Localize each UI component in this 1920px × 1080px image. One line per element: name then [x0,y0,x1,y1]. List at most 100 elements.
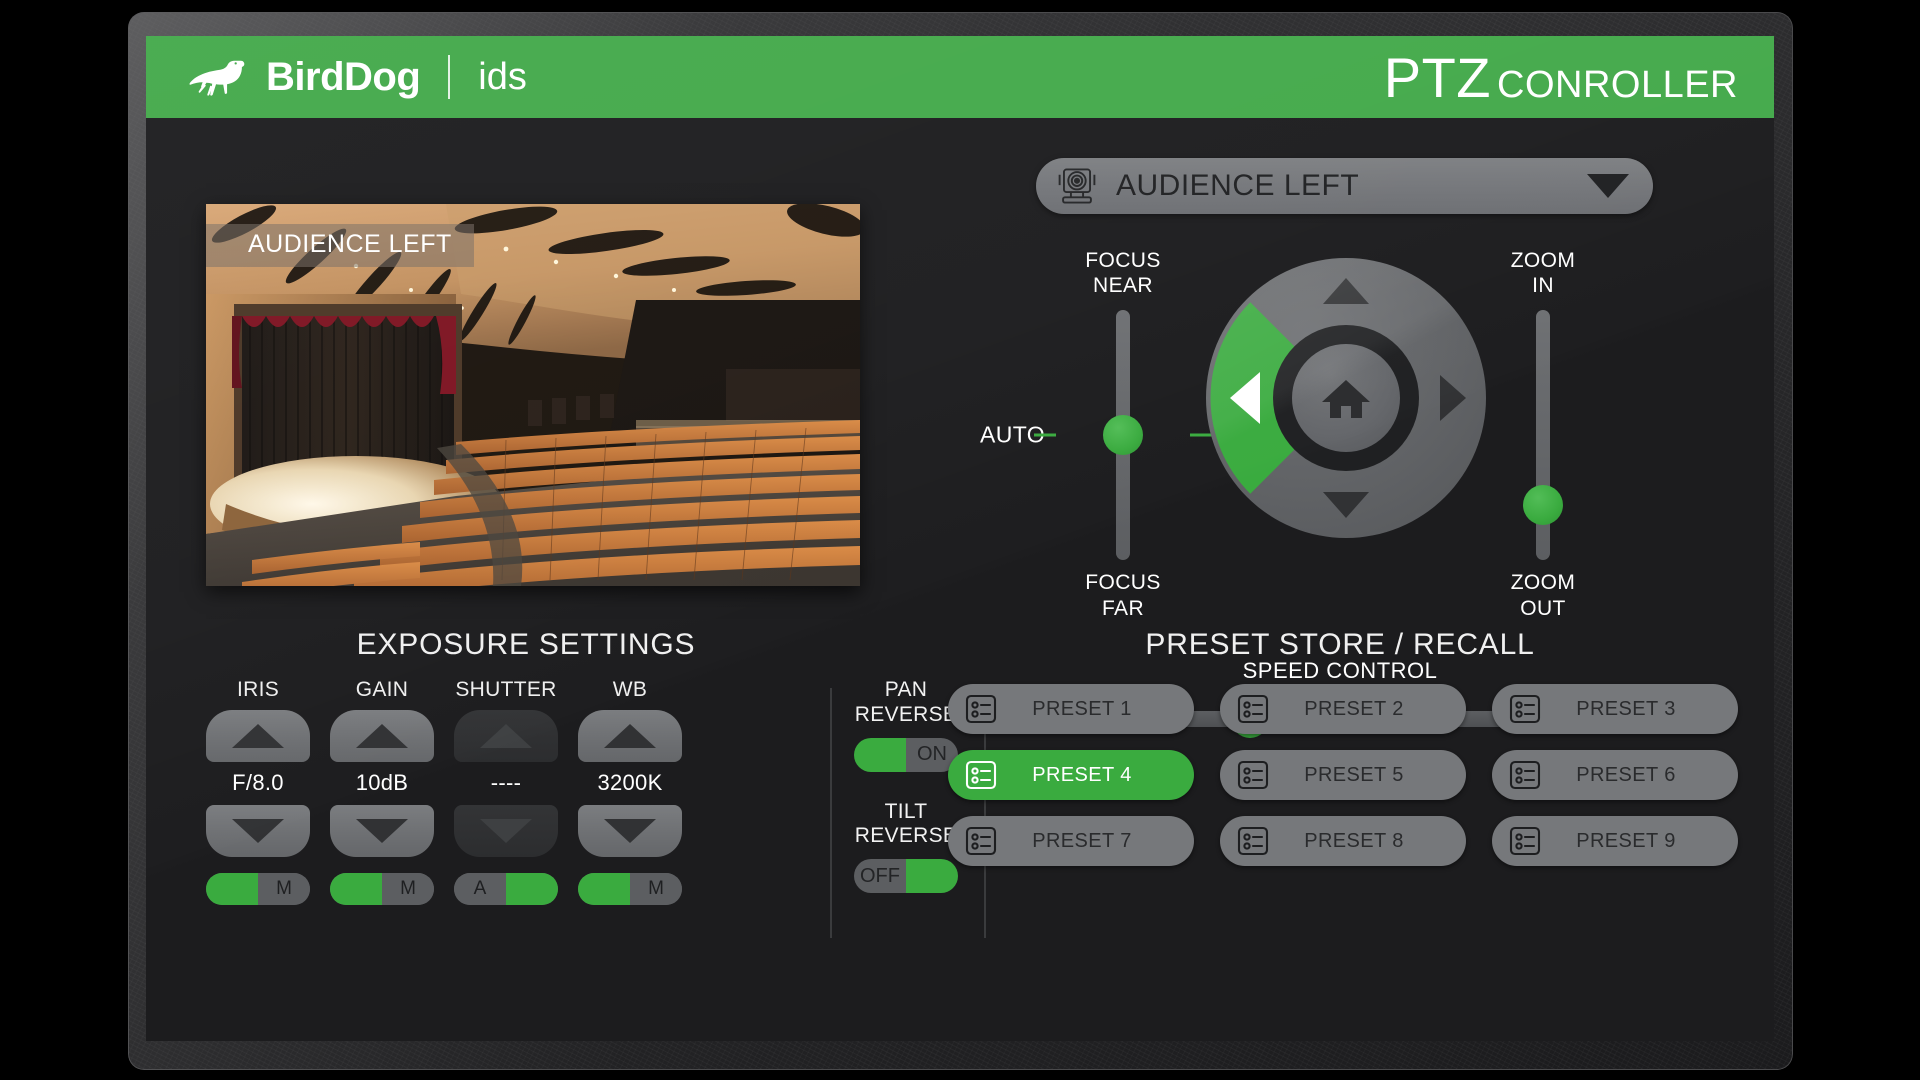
arrow-down-icon [604,819,656,843]
exposure-column-shutter: SHUTTER ---- A [452,678,560,905]
arrow-up-icon[interactable] [1323,278,1369,304]
preset-label-1: PRESET 1 [1032,697,1132,720]
video-preview[interactable]: AUDIENCE LEFT [206,204,860,586]
exposure-label-iris: IRIS [236,678,280,701]
focus-far-label: FOCUS FAR [1058,570,1188,620]
exposure-wb-mode-toggle[interactable]: M [578,873,682,905]
exposure-section-title: EXPOSURE SETTINGS [356,628,696,661]
exposure-label-wb: WB [612,678,648,701]
focus-slider-knob[interactable] [1103,415,1143,456]
zoom-in-line2: IN [1532,274,1554,298]
exposure-gain-mode-toggle[interactable]: M [330,873,434,905]
exposure-value-wb: 3200K [597,770,663,795]
preset-button-2[interactable]: PRESET 2 [1220,684,1466,734]
preset-label-5: PRESET 5 [1304,763,1404,786]
focus-auto-tick-left [1034,433,1056,437]
preset-list-icon [1237,760,1269,790]
focus-far-line2: FAR [1101,596,1145,620]
exposure-column-iris: IRIS F/8.0 M [204,678,312,905]
zoom-in-line1: ZOOM [1510,249,1576,272]
arrow-left-icon[interactable] [1230,372,1260,424]
preset-button-6[interactable]: PRESET 6 [1492,750,1738,800]
exposure-settings-panel: IRIS F/8.0 M GAIN 10dB M SHUTTER ---- A … [204,678,844,905]
brand-divider [448,55,451,99]
controller-screen: BirdDog ids PTZ CONROLLER AUDIENCE LEFT … [146,36,1774,1041]
exposure-iris-toggle-left [206,873,258,905]
chevron-down-icon[interactable] [1587,174,1629,198]
exposure-wb-down-button[interactable] [578,805,682,857]
exposure-iris-mode-toggle[interactable]: M [206,873,310,905]
exposure-gain-toggle-left [330,873,382,905]
page-title: PTZ CONROLLER [1384,45,1738,110]
arrow-down-icon [356,819,408,843]
left-column: AUDIENCE LEFT EXPOSURE SETTINGS IRIS F/8… [146,118,986,1041]
preset-button-4[interactable]: PRESET 4 [948,750,1194,800]
arrow-up-icon [604,724,656,748]
arrow-down-icon [232,819,284,843]
preset-button-3[interactable]: PRESET 3 [1492,684,1738,734]
brand-name: BirdDog [266,54,421,99]
video-overlay-label: AUDIENCE LEFT [206,224,474,267]
exposure-iris-down-button[interactable] [206,805,310,857]
preset-button-5[interactable]: PRESET 5 [1220,750,1466,800]
preset-label-2: PRESET 2 [1304,697,1404,720]
focus-slider-group: FOCUS NEAR AUTO FOCUS FAR [980,248,1212,621]
exposure-shutter-mode-toggle[interactable]: A [454,873,558,905]
focus-near-line2: NEAR [1093,274,1153,298]
exposure-shutter-toggle-right [506,873,558,905]
exposure-value-gain: 10dB [355,770,409,795]
exposure-gain-down-button[interactable] [330,805,434,857]
arrow-up-icon [232,724,284,748]
ptz-control-area: FOCUS NEAR AUTO FOCUS FAR ZOOM IN ZOOM O… [906,238,1774,740]
preset-button-8[interactable]: PRESET 8 [1220,816,1466,866]
home-button[interactable] [1292,344,1400,452]
exposure-value-shutter: ---- [490,770,522,795]
preset-button-9[interactable]: PRESET 9 [1492,816,1738,866]
right-column: AUDIENCE LEFT FOCUS NEAR AUTO FOCUS FAR … [906,118,1774,1041]
app-header: BirdDog ids PTZ CONROLLER [146,36,1774,118]
exposure-wb-toggle-right: M [630,873,682,905]
preset-list-icon [1509,694,1541,724]
preset-label-8: PRESET 8 [1304,829,1404,852]
preset-label-9: PRESET 9 [1576,829,1676,852]
camera-select-dropdown[interactable]: AUDIENCE LEFT [1036,158,1653,214]
product-name: ids [478,55,527,98]
exposure-iris-up-button[interactable] [206,710,310,762]
preset-list-icon [965,694,997,724]
preset-grid: PRESET 1 PRESET 2 PRESET 3 PRESET 4 PRES… [948,684,1738,866]
pan-reverse-toggle-green [854,737,906,772]
preset-label-7: PRESET 7 [1032,829,1132,852]
preset-list-icon [965,760,997,790]
focus-near-line1: FOCUS [1085,249,1161,272]
preset-label-6: PRESET 6 [1576,763,1676,786]
exposure-label-gain: GAIN [355,678,409,701]
exposure-wb-up-button[interactable] [578,710,682,762]
exposure-shutter-up-button [454,710,558,762]
exposure-column-wb: WB 3200K M [576,678,684,905]
exposure-wb-toggle-left [578,873,630,905]
bird-logo-icon [189,60,245,96]
arrow-down-icon[interactable] [1323,492,1369,518]
camera-select-value: AUDIENCE LEFT [1116,169,1360,202]
preset-list-icon [1237,826,1269,856]
zoom-slider-knob[interactable] [1523,485,1563,526]
focus-slider-wrap: AUTO [980,310,1212,561]
focus-near-label: FOCUS NEAR [1058,248,1188,298]
zoom-out-line1: ZOOM [1510,571,1576,595]
ptz-dpad [1206,258,1486,538]
preset-section-title: PRESET STORE / RECALL [1145,628,1535,661]
ptz-camera-icon [1058,168,1096,204]
zoom-slider-group: ZOOM IN ZOOM OUT [1478,248,1608,621]
preset-label-3: PRESET 3 [1576,697,1676,720]
arrow-right-icon[interactable] [1440,375,1466,421]
exposure-shutter-down-button [454,805,558,857]
exposure-iris-toggle-right: M [258,873,310,905]
preset-button-1[interactable]: PRESET 1 [948,684,1194,734]
preset-list-icon [965,826,997,856]
preset-list-icon [1509,826,1541,856]
preset-button-7[interactable]: PRESET 7 [948,816,1194,866]
exposure-gain-up-button[interactable] [330,710,434,762]
exposure-label-shutter: SHUTTER [455,678,557,701]
preset-list-icon [1237,694,1269,724]
preset-list-icon [1509,760,1541,790]
